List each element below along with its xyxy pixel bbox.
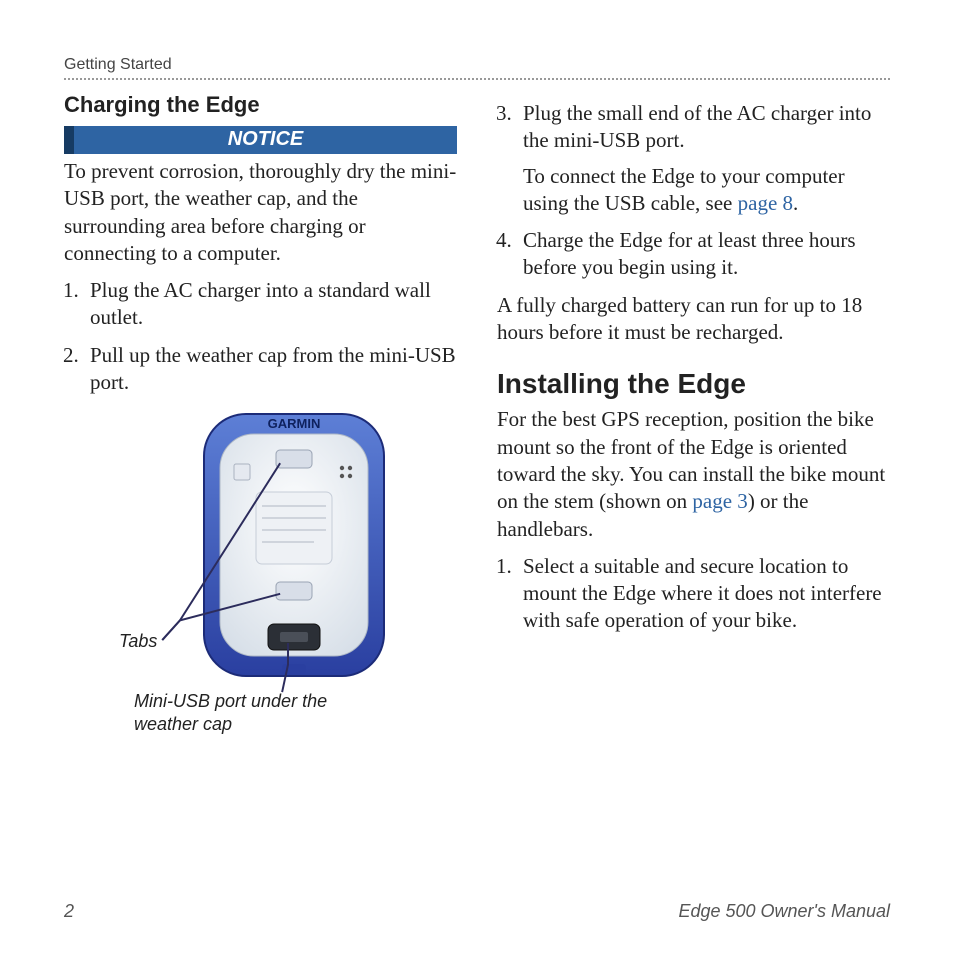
figure-callout-port: Mini-USB port under the weather cap: [134, 690, 384, 735]
installing-step-1: Select a suitable and secure location to…: [517, 553, 890, 635]
left-column: Charging the Edge NOTICE To prevent corr…: [64, 92, 457, 766]
step3-text: Plug the small end of the AC charger int…: [523, 101, 871, 152]
section-title-installing: Installing the Edge: [497, 368, 890, 400]
step3-note: To connect the Edge to your computer usi…: [523, 163, 890, 218]
page-number: 2: [64, 901, 74, 922]
link-page-3[interactable]: page 3: [692, 489, 747, 513]
notice-body: To prevent corrosion, thoroughly dry the…: [64, 158, 457, 267]
page-footer: 2 Edge 500 Owner's Manual: [64, 901, 890, 922]
charging-step-3: Plug the small end of the AC charger int…: [517, 100, 890, 217]
figure-callout-tabs: Tabs: [119, 631, 157, 652]
installing-steps: Select a suitable and secure location to…: [497, 553, 890, 635]
section-title-charging: Charging the Edge: [64, 92, 457, 118]
battery-note: A fully charged battery can run for up t…: [497, 292, 890, 347]
step3-note-post: .: [793, 191, 798, 215]
charging-steps-cont: Plug the small end of the AC charger int…: [497, 100, 890, 282]
notice-banner: NOTICE: [64, 126, 457, 154]
charging-step-1: Plug the AC charger into a standard wall…: [84, 277, 457, 332]
charging-step-2: Pull up the weather cap from the mini-US…: [84, 342, 457, 397]
running-header: Getting Started: [64, 56, 890, 74]
header-rule: [64, 78, 890, 80]
installing-intro: For the best GPS reception, position the…: [497, 406, 890, 542]
right-column: Plug the small end of the AC charger int…: [497, 92, 890, 766]
charging-step-4: Charge the Edge for at least three hours…: [517, 227, 890, 282]
content-columns: Charging the Edge NOTICE To prevent corr…: [64, 92, 890, 766]
link-page-8[interactable]: page 8: [738, 191, 793, 215]
charging-steps: Plug the AC charger into a standard wall…: [64, 277, 457, 396]
device-figure: GARMIN: [64, 406, 457, 766]
manual-title: Edge 500 Owner's Manual: [678, 901, 890, 922]
